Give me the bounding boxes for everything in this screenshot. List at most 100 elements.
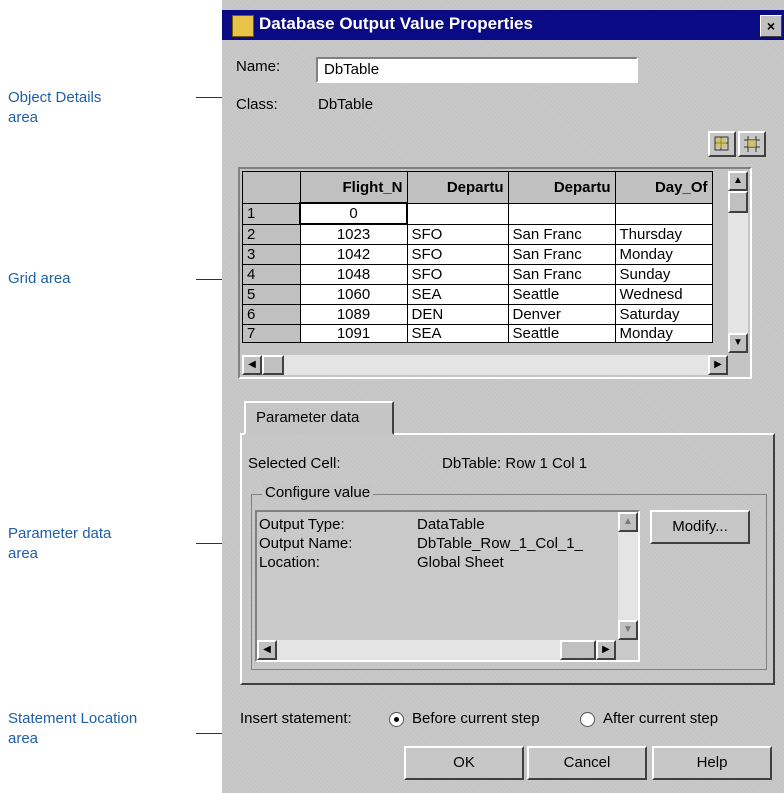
callout-parameter-data: Parameter data area (8, 524, 111, 564)
column-header[interactable]: Day_Of (614, 171, 713, 204)
column-header[interactable]: Flight_N (299, 171, 408, 204)
select-cells-button[interactable] (708, 131, 736, 157)
grid-table: Flight_N Departu Departu Day_Of 1 0 2 10… (242, 171, 713, 343)
scroll-up-icon[interactable]: ▲ (728, 171, 748, 191)
configure-value-title: Configure value (262, 484, 374, 501)
grid-cell[interactable]: Saturday (614, 304, 713, 325)
row-header[interactable]: 4 (242, 264, 301, 285)
column-header[interactable]: Departu (406, 171, 509, 204)
help-button[interactable]: Help (652, 746, 772, 780)
grid-cell[interactable]: SFO (406, 244, 509, 265)
name-field[interactable]: DbTable (316, 57, 638, 83)
grid-cell[interactable]: 1042 (299, 244, 408, 265)
grid-row: 6 1089 DEN Denver Saturday (242, 304, 713, 325)
column-header[interactable]: Departu (507, 171, 616, 204)
grid-cell[interactable]: 1060 (299, 284, 408, 305)
after-current-step-label[interactable]: After current step (603, 710, 718, 727)
scroll-left-icon[interactable]: ◀ (257, 640, 277, 660)
grid-row: 2 1023 SFO San Franc Thursday (242, 223, 713, 245)
grid-header-row: Flight_N Departu Departu Day_Of (242, 171, 713, 204)
grid-cell[interactable]: Monday (614, 244, 713, 265)
grid-vertical-scrollbar[interactable]: ▲ ▼ (728, 171, 748, 353)
close-button[interactable]: × (760, 15, 782, 37)
scroll-down-icon[interactable]: ▼ (728, 333, 748, 353)
tab-parameter-data[interactable]: Parameter data (244, 401, 394, 435)
row-header[interactable]: 3 (242, 244, 301, 265)
grid-cell[interactable]: Wednesd (614, 284, 713, 305)
grid-cell[interactable]: 1089 (299, 304, 408, 325)
config-value-list[interactable]: Output Type: DataTable Output Name: DbTa… (255, 510, 640, 662)
scroll-thumb[interactable] (560, 640, 596, 660)
config-vertical-scrollbar[interactable]: ▲ ▼ (618, 512, 638, 640)
grid-cell[interactable]: Monday (614, 324, 713, 343)
config-horizontal-scrollbar[interactable]: ◀ ▶ (257, 640, 616, 660)
row-header[interactable]: 6 (242, 304, 301, 325)
callout-statement-location: Statement Location area (8, 709, 137, 749)
modify-button[interactable]: Modify... (650, 510, 750, 544)
data-grid[interactable]: Flight_N Departu Departu Day_Of 1 0 2 10… (238, 167, 752, 379)
grid-cell[interactable]: 1091 (299, 324, 408, 343)
scroll-right-icon[interactable]: ▶ (596, 640, 616, 660)
database-output-value-dialog: Database Output Value Properties × Name:… (222, 0, 784, 793)
callout-grid: Grid area (8, 269, 71, 289)
after-current-step-radio[interactable] (580, 712, 595, 727)
row-header[interactable]: 2 (242, 223, 301, 245)
before-current-step-label[interactable]: Before current step (412, 710, 540, 727)
grid-row: 1 0 (242, 202, 713, 225)
grid-cell[interactable]: SEA (406, 324, 509, 343)
grid-cell[interactable]: San Franc (507, 264, 616, 285)
grid-corner[interactable] (242, 171, 301, 204)
grid-cell[interactable] (406, 202, 509, 225)
scroll-left-icon[interactable]: ◀ (242, 355, 262, 375)
row-header[interactable]: 7 (242, 324, 301, 343)
callout-object-details-line2: area (8, 109, 39, 126)
grid-cell[interactable] (507, 202, 616, 225)
grid-horizontal-scrollbar[interactable]: ◀ ▶ (242, 355, 728, 375)
scroll-up-icon[interactable]: ▲ (618, 512, 638, 532)
selected-cell-value: DbTable: Row 1 Col 1 (442, 455, 588, 472)
grid-cell[interactable]: DEN (406, 304, 509, 325)
grid-cell[interactable]: Sunday (614, 264, 713, 285)
grid-cell[interactable]: 1048 (299, 264, 408, 285)
grid-row: 4 1048 SFO San Franc Sunday (242, 264, 713, 285)
grid-crosshair-icon (744, 136, 760, 152)
before-current-step-radio[interactable] (389, 712, 404, 727)
scroll-down-icon[interactable]: ▼ (618, 620, 638, 640)
cancel-button[interactable]: Cancel (527, 746, 647, 780)
grid-cell[interactable]: SFO (406, 264, 509, 285)
grid-cell[interactable]: Thursday (614, 223, 713, 245)
grid-cell[interactable]: 1023 (299, 223, 408, 245)
scroll-thumb[interactable] (262, 355, 284, 375)
grid-cell[interactable] (614, 202, 713, 225)
grid-cell[interactable]: San Franc (507, 244, 616, 265)
grid-row: 7 1091 SEA Seattle Monday (242, 324, 713, 343)
grid-cell-selected[interactable]: 0 (299, 202, 408, 225)
grid-cell[interactable]: Denver (507, 304, 616, 325)
grid-select-icon (714, 136, 729, 151)
callout-object-details-line1: Object Details (8, 89, 102, 106)
callout-statement-location-line1: Statement Location (8, 710, 138, 727)
title-bar[interactable]: Database Output Value Properties × (222, 10, 784, 40)
callout-statement-location-line2: area (8, 730, 39, 747)
grid-cell[interactable]: SEA (406, 284, 509, 305)
crosshair-button[interactable] (738, 131, 766, 157)
grid-cell[interactable]: Seattle (507, 324, 616, 343)
dialog-title: Database Output Value Properties (259, 14, 533, 33)
grid-cell[interactable]: Seattle (507, 284, 616, 305)
name-label: Name: (236, 58, 281, 75)
class-label: Class: (236, 96, 278, 113)
location-label: Location: (259, 554, 320, 571)
selected-cell-label: Selected Cell: (248, 455, 341, 472)
grid-row: 5 1060 SEA Seattle Wednesd (242, 284, 713, 305)
output-name-label: Output Name: (259, 535, 353, 552)
ok-button[interactable]: OK (404, 746, 524, 780)
grid-cell[interactable]: SFO (406, 223, 509, 245)
scroll-thumb[interactable] (728, 191, 748, 213)
scroll-right-icon[interactable]: ▶ (708, 355, 728, 375)
insert-statement-label: Insert statement: (240, 710, 352, 727)
grid-row: 3 1042 SFO San Franc Monday (242, 244, 713, 265)
grid-cell[interactable]: San Franc (507, 223, 616, 245)
output-type-value: DataTable (417, 516, 485, 533)
row-header[interactable]: 1 (242, 202, 301, 225)
row-header[interactable]: 5 (242, 284, 301, 305)
